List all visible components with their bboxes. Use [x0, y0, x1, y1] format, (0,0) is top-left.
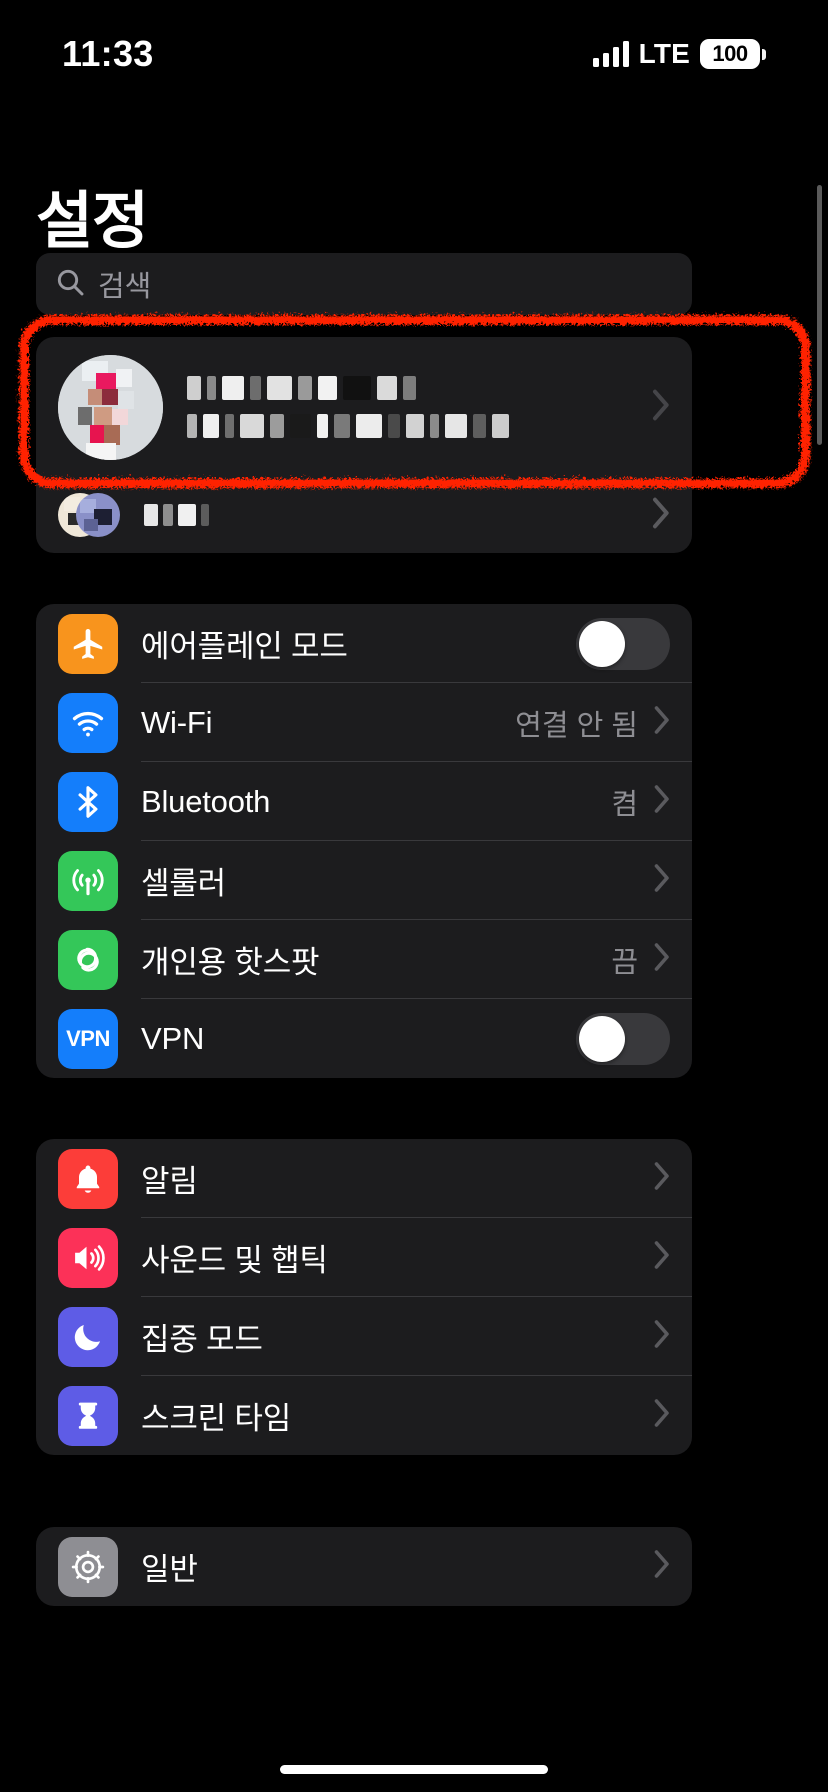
row-label: VPN [141, 1020, 205, 1056]
moon-icon [58, 1306, 118, 1367]
chevron-right-icon [652, 863, 670, 898]
row-vpn[interactable]: VPN VPN [36, 999, 692, 1078]
chevron-right-icon [650, 496, 670, 535]
speaker-icon [58, 1227, 118, 1288]
row-label: 셀룰러 [141, 866, 226, 901]
row-value: 켬 [611, 788, 638, 821]
avatar [58, 354, 163, 460]
apple-id-name-redacted [187, 375, 650, 401]
row-wifi[interactable]: Wi-Fi 연결 안 됨 [36, 683, 692, 762]
chevron-right-icon [650, 388, 670, 427]
row-sounds-haptics[interactable]: 사운드 및 햅틱 [36, 1218, 692, 1297]
hotspot-icon [58, 929, 118, 990]
chevron-right-icon [652, 705, 670, 740]
row-screen-time[interactable]: 스크린 타임 [36, 1376, 692, 1455]
bluetooth-icon [58, 771, 118, 832]
row-value: 끔 [611, 946, 638, 979]
gear-icon [58, 1536, 118, 1597]
row-cellular[interactable]: 셀룰러 [36, 841, 692, 920]
apple-id-subtitle-redacted [187, 413, 650, 439]
search-icon [54, 266, 86, 303]
row-label: Bluetooth [141, 783, 271, 819]
row-label: 일반 [141, 1552, 198, 1587]
row-label: 알림 [141, 1164, 198, 1199]
row-label: 에어플레인 모드 [141, 629, 348, 664]
bell-icon [58, 1148, 118, 1209]
chevron-right-icon [652, 1161, 670, 1196]
hourglass-icon [58, 1385, 118, 1446]
chevron-right-icon [652, 1549, 670, 1584]
connectivity-group: 에어플레인 모드 Wi-Fi 연결 안 됨 Bluetooth 켬 셀룰러 개인… [36, 604, 692, 1078]
cellular-icon [58, 850, 118, 911]
apple-id-text [187, 375, 650, 439]
scroll-indicator[interactable] [817, 185, 822, 445]
chevron-right-icon [652, 1240, 670, 1275]
battery-full-icon: 100 [700, 39, 766, 69]
row-general[interactable]: 일반 [36, 1527, 692, 1606]
search-placeholder: 검색 [98, 271, 152, 303]
battery-level-label: 100 [712, 41, 748, 66]
family-avatars [58, 484, 120, 546]
vpn-icon: VPN [58, 1008, 118, 1069]
airplane-icon [58, 613, 118, 674]
family-label-redacted [144, 503, 650, 527]
row-focus[interactable]: 집중 모드 [36, 1297, 692, 1376]
row-airplane-mode[interactable]: 에어플레인 모드 [36, 604, 692, 683]
chevron-right-icon [652, 942, 670, 977]
row-label: 집중 모드 [141, 1322, 263, 1357]
notifications-group: 알림 사운드 및 햅틱 집중 모드 스크린 타임 [36, 1139, 692, 1455]
row-value: 연결 안 됨 [515, 709, 638, 742]
row-personal-hotspot[interactable]: 개인용 핫스팟 끔 [36, 920, 692, 999]
row-label: Wi-Fi [141, 704, 213, 740]
wifi-icon [58, 692, 118, 753]
general-group: 일반 [36, 1527, 692, 1606]
row-label: 스크린 타임 [141, 1401, 292, 1436]
apple-id-row[interactable] [36, 337, 692, 477]
search-input[interactable]: 검색 [36, 253, 692, 315]
cellular-signal-icon [592, 41, 629, 67]
row-bluetooth[interactable]: Bluetooth 켬 [36, 762, 692, 841]
chevron-right-icon [652, 1398, 670, 1433]
vpn-toggle[interactable] [576, 1012, 670, 1065]
airplane-mode-toggle[interactable] [576, 617, 670, 670]
settings-screen: 11:33 LTE 100 설정 검색 에어플레인 모드 Wi-Fi 연결 안 … [0, 0, 828, 1792]
chevron-right-icon [652, 784, 670, 819]
row-label: 사운드 및 햅틱 [141, 1243, 328, 1278]
home-indicator[interactable] [280, 1765, 548, 1774]
account-group [36, 337, 692, 553]
family-row[interactable] [36, 477, 692, 553]
status-bar-time: 11:33 [62, 33, 154, 74]
status-bar: 11:33 LTE 100 [0, 0, 828, 108]
network-type-label: LTE [638, 38, 690, 69]
row-notifications[interactable]: 알림 [36, 1139, 692, 1218]
chevron-right-icon [652, 1319, 670, 1354]
row-label: 개인용 핫스팟 [141, 945, 320, 980]
status-bar-indicators: LTE 100 [592, 38, 766, 70]
page-title: 설정 [36, 187, 149, 256]
